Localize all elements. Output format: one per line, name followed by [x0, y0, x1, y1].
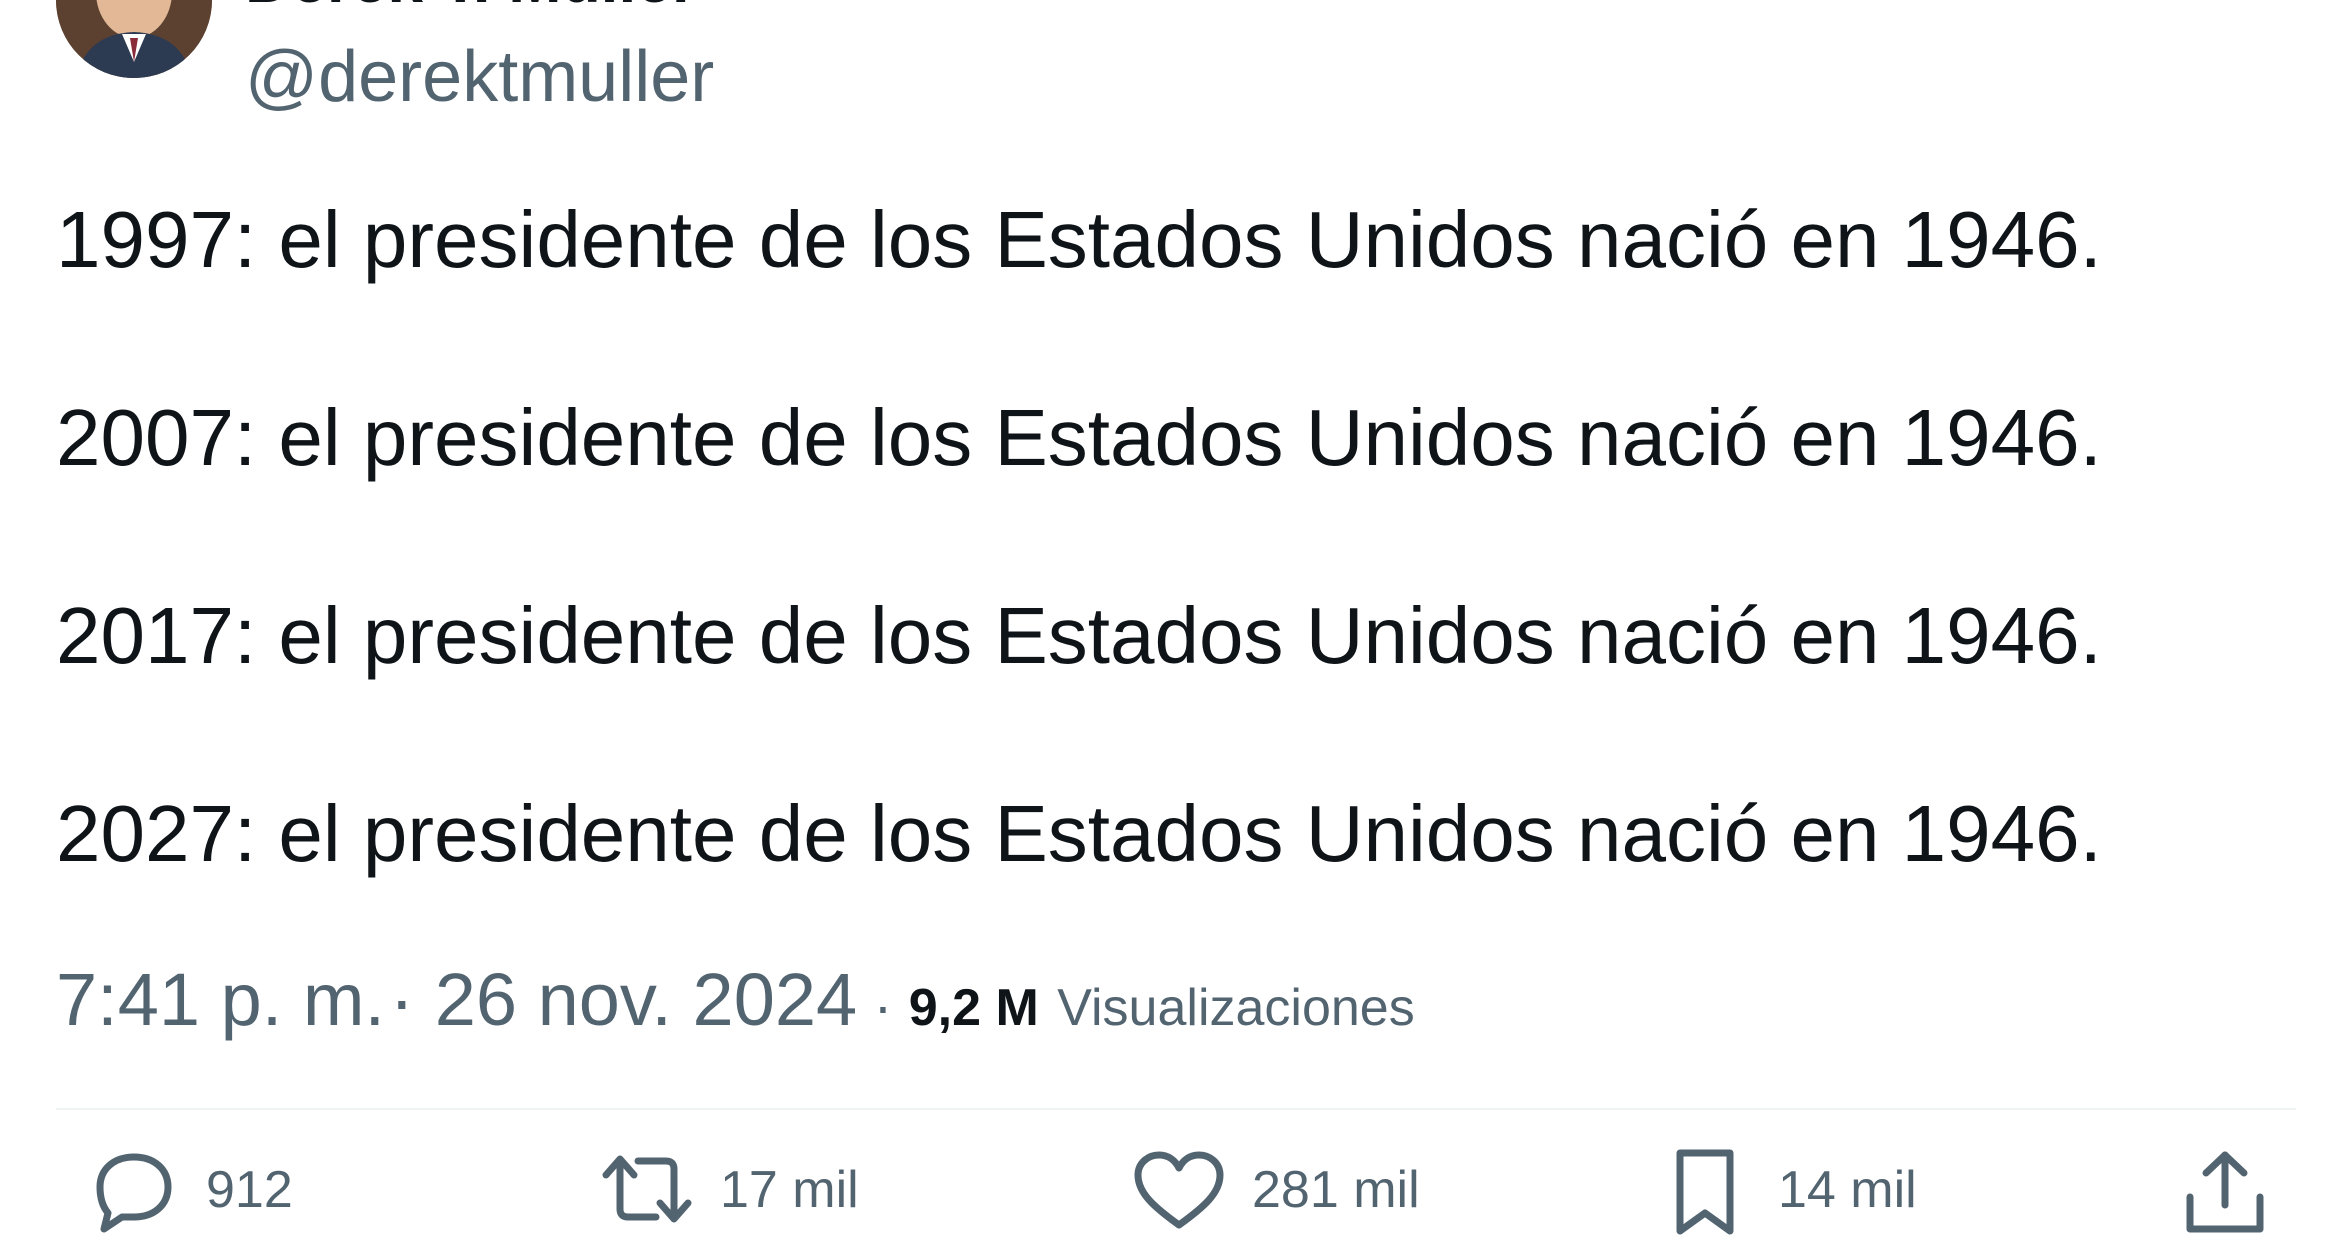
like-button[interactable]: 281 mil — [1124, 1150, 1420, 1230]
share-button[interactable] — [2170, 1150, 2280, 1233]
action-bar: 912 17 mil 281 mil 14 mil — [0, 1149, 2350, 1235]
tweet-metadata: 7:41 p. m. · 26 nov. 2024 · 9,2 M Visual… — [56, 950, 1415, 1050]
views-label: Visualizaciones — [1057, 979, 1415, 1037]
views-count: 9,2 M — [908, 979, 1039, 1037]
retweet-count: 17 mil — [720, 1161, 859, 1219]
share-icon — [2186, 1151, 2264, 1233]
divider — [56, 1108, 2296, 1110]
bookmark-button[interactable]: 14 mil — [1650, 1149, 1917, 1235]
bookmark-count: 14 mil — [1778, 1161, 1917, 1219]
tweet-time[interactable]: 7:41 p. m. — [56, 958, 385, 1041]
reply-icon — [96, 1153, 172, 1233]
reply-button[interactable]: 912 — [78, 1150, 293, 1233]
bookmark-icon — [1676, 1149, 1734, 1235]
like-count: 281 mil — [1252, 1161, 1420, 1219]
tweet-date[interactable]: 26 nov. 2024 — [435, 958, 857, 1041]
retweet-button[interactable]: 17 mil — [592, 1150, 859, 1230]
heart-icon — [1134, 1151, 1224, 1229]
avatar-image — [56, 0, 212, 78]
tweet-line: 2007: el presidente de los Estados Unido… — [56, 393, 2102, 482]
retweet-icon — [602, 1155, 692, 1223]
tweet-line: 2017: el presidente de los Estados Unido… — [56, 591, 2102, 680]
meta-separator: · — [390, 958, 435, 1041]
avatar[interactable] — [56, 0, 212, 78]
author-handle[interactable]: @derektmuller — [245, 34, 714, 120]
tweet-line: 1997: el presidente de los Estados Unido… — [56, 195, 2102, 284]
reply-count: 912 — [206, 1161, 293, 1219]
tweet-text: 1997: el presidente de los Estados Unido… — [56, 190, 2296, 982]
author-name[interactable]: Derek T. Muller — [245, 0, 697, 20]
tweet-line: 2027: el presidente de los Estados Unido… — [56, 789, 2102, 878]
meta-separator-dot: · — [389, 958, 415, 1041]
meta-separator: · — [873, 974, 893, 1037]
